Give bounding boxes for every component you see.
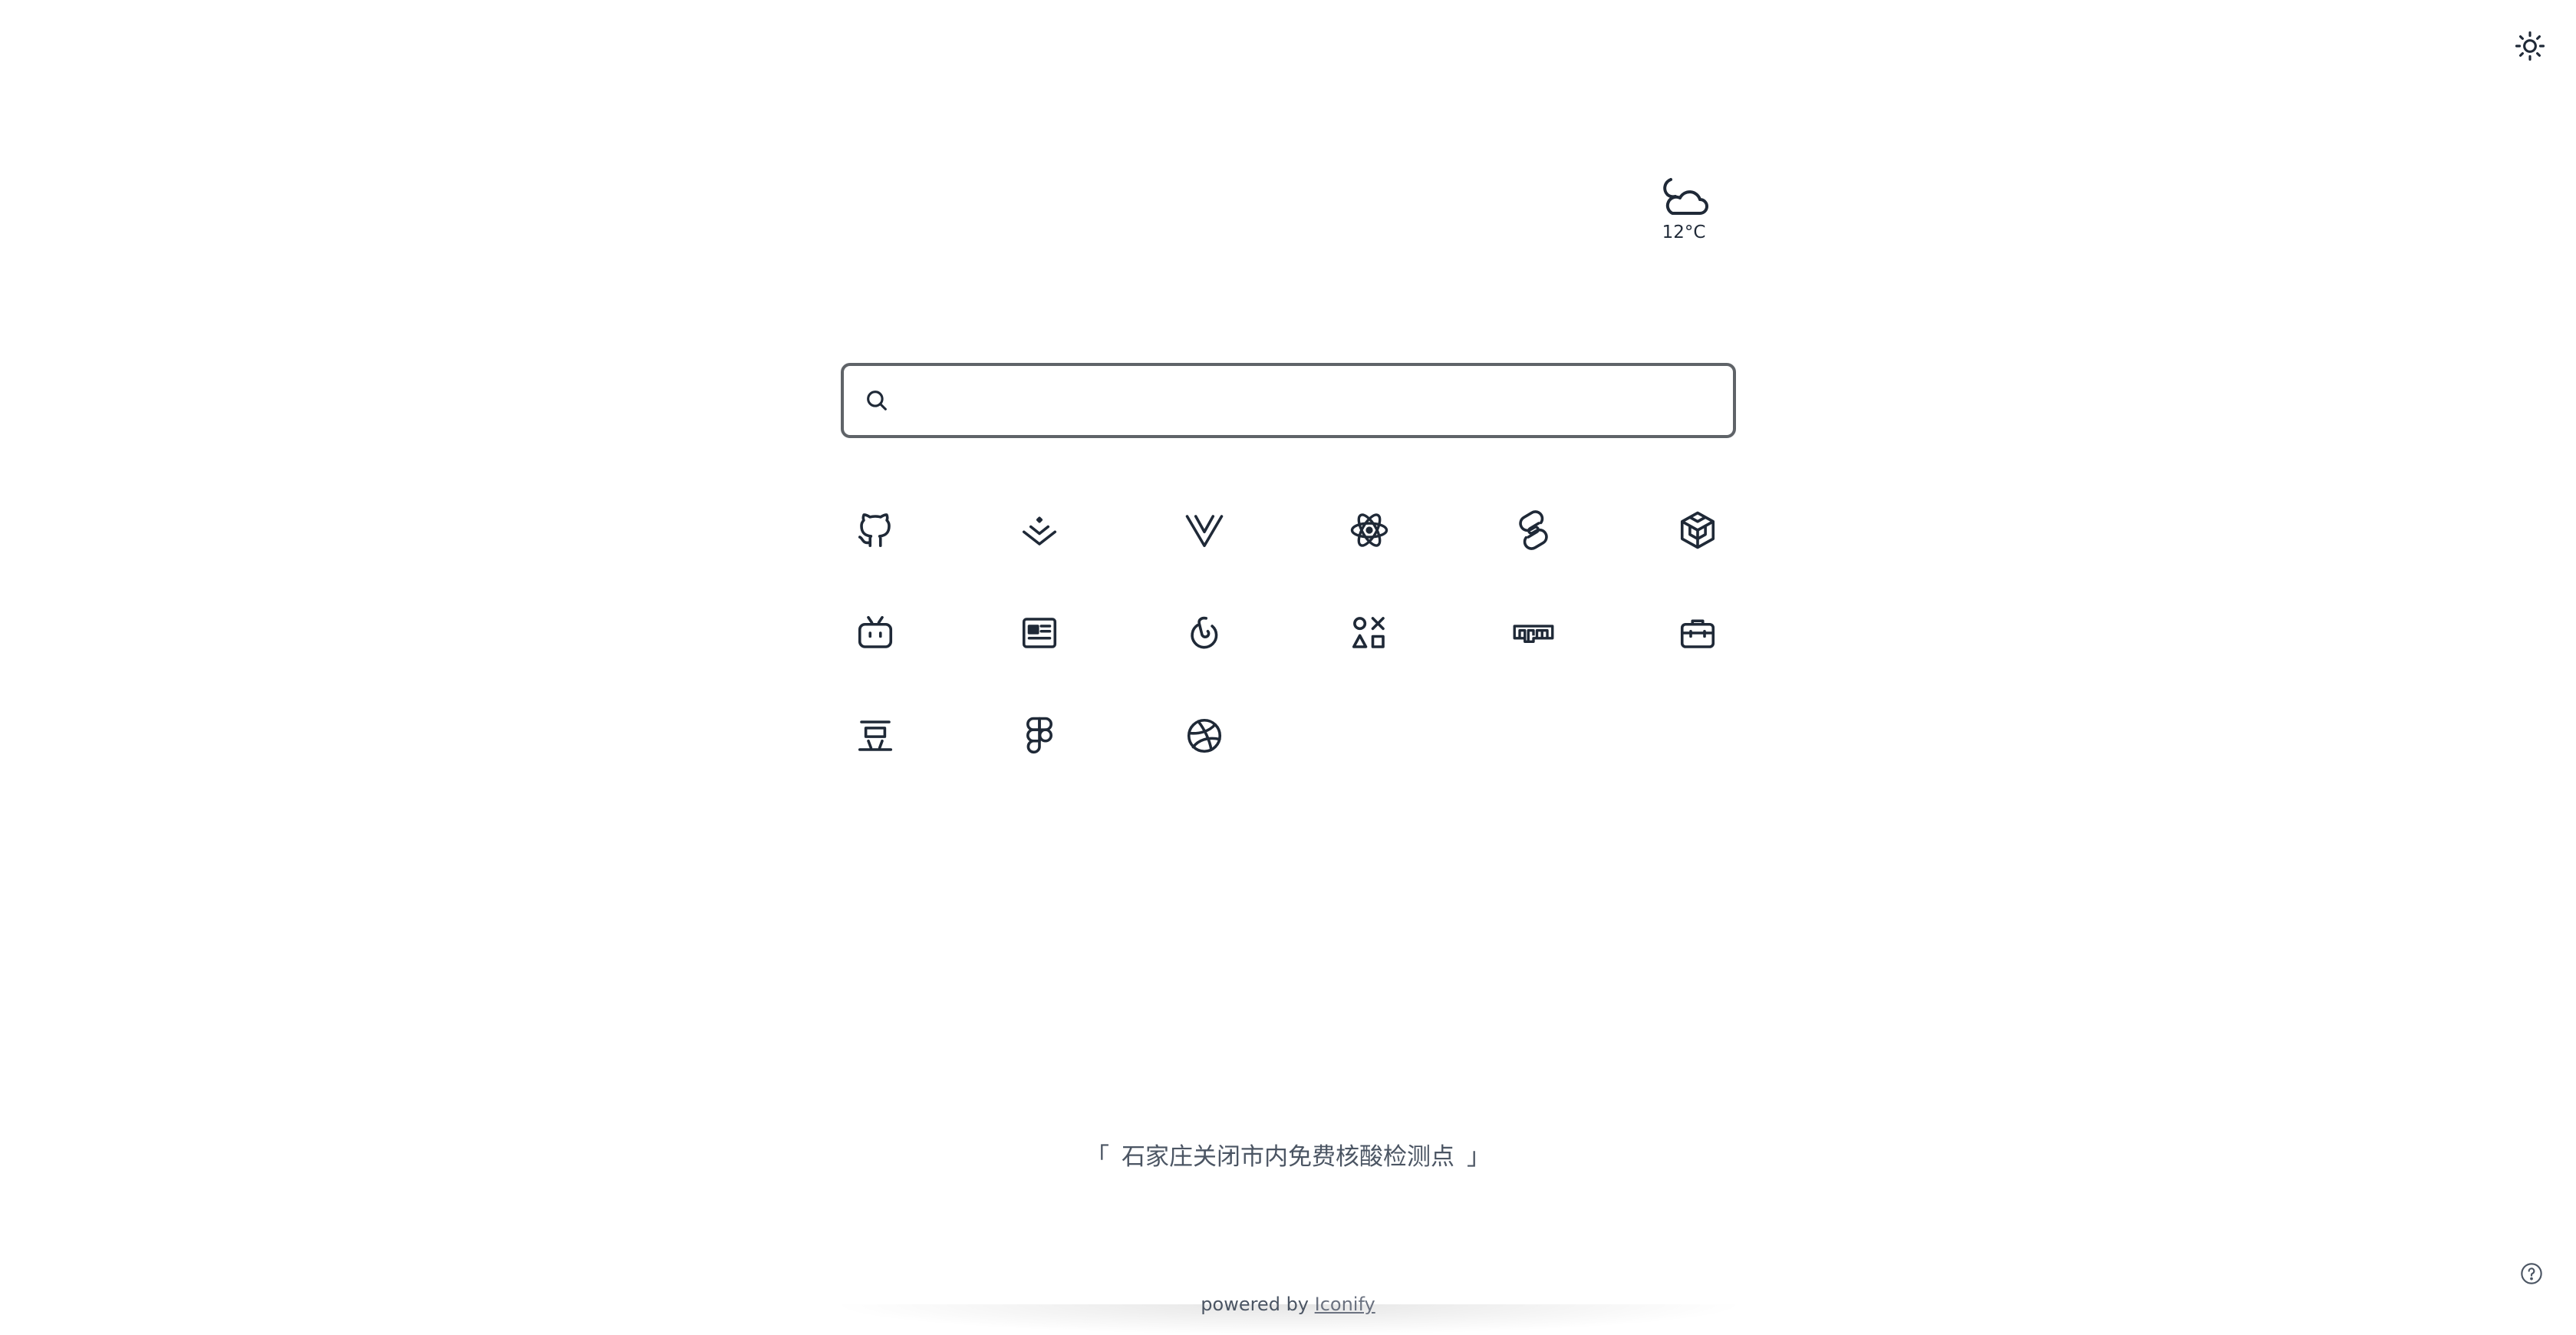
link-toolbox[interactable] [1667, 602, 1728, 664]
toolbox-icon [1677, 612, 1718, 654]
github-icon [855, 509, 896, 551]
quote-open-mark: 「 [1085, 1143, 1109, 1171]
iconify-link[interactable]: Iconify [1315, 1294, 1375, 1315]
help-button[interactable] [2518, 1260, 2545, 1287]
shapes-icon [1349, 612, 1390, 654]
link-news[interactable] [1009, 602, 1070, 664]
moon-cloud-icon [1659, 175, 1709, 219]
vue-icon [1184, 509, 1225, 551]
link-react[interactable] [1339, 499, 1400, 561]
search-box[interactable] [841, 363, 1736, 438]
daily-quote: 「石家庄关闭市内免费核酸检测点」 [0, 1137, 2576, 1172]
link-netease-music[interactable] [1174, 602, 1235, 664]
figma-icon [1019, 715, 1060, 756]
link-codesandbox[interactable] [1667, 499, 1728, 561]
link-bilibili[interactable] [845, 602, 906, 664]
link-vue[interactable] [1174, 499, 1235, 561]
link-github[interactable] [845, 499, 906, 561]
theme-toggle-button[interactable] [2512, 28, 2548, 64]
link-shapes[interactable] [1339, 602, 1400, 664]
link-dribbble[interactable] [1174, 705, 1235, 766]
douban-icon [855, 715, 896, 756]
link-npm[interactable] [1503, 602, 1564, 664]
sun-icon [2514, 30, 2546, 62]
search-input[interactable] [905, 365, 1733, 436]
weather-temperature: 12°C [1662, 222, 1706, 242]
search-icon [864, 387, 890, 414]
question-circle-icon [2519, 1261, 2544, 1286]
link-figma[interactable] [1009, 705, 1070, 766]
bilibili-icon [855, 612, 896, 654]
weather-widget: 12°C [1651, 175, 1717, 242]
netease-music-icon [1184, 612, 1225, 654]
quote-text: 石家庄关闭市内免费核酸检测点 [1122, 1143, 1454, 1171]
link-juejin[interactable] [1009, 499, 1070, 561]
svelte-icon [1513, 509, 1554, 551]
link-douban[interactable] [845, 705, 906, 766]
footer: powered by Iconify [0, 1294, 2576, 1315]
dribbble-icon [1184, 715, 1225, 756]
footer-prefix: powered by [1201, 1294, 1309, 1315]
codesandbox-icon [1677, 509, 1718, 551]
quote-close-mark: 」 [1467, 1143, 1491, 1171]
juejin-icon [1019, 509, 1060, 551]
npm-icon [1513, 612, 1554, 654]
react-icon [1349, 509, 1390, 551]
newspaper-icon [1019, 612, 1060, 654]
link-svelte[interactable] [1503, 499, 1564, 561]
